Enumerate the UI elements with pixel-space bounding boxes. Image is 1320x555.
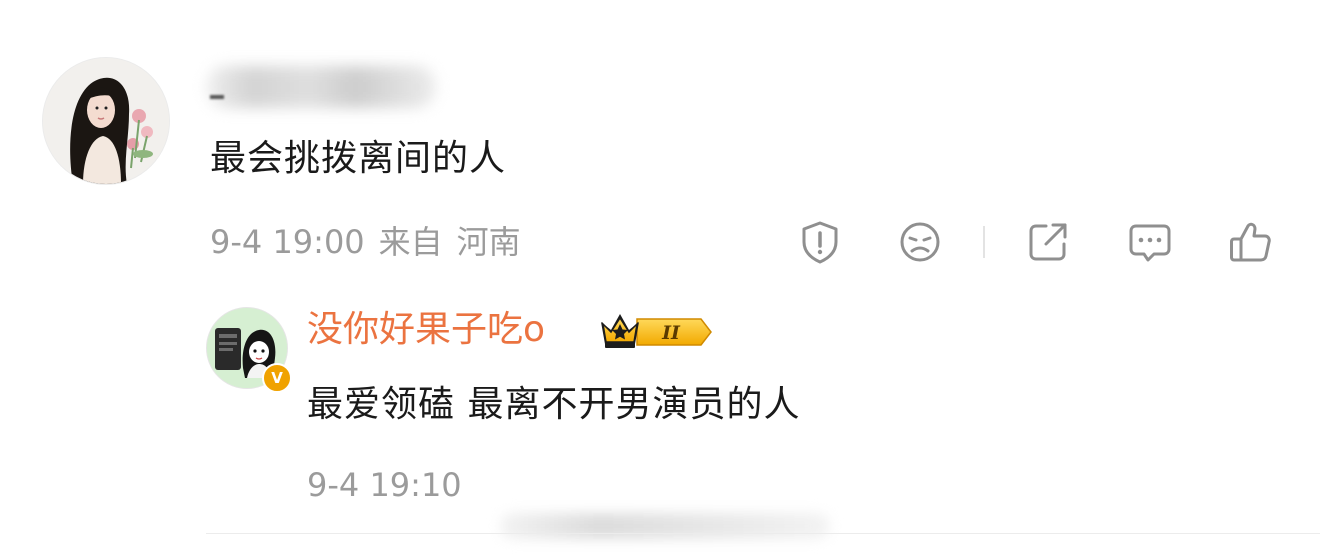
blurred-username-mark bbox=[210, 95, 224, 99]
replier-avatar[interactable]: V bbox=[206, 307, 292, 393]
separator-line bbox=[206, 533, 1320, 534]
sad-face-icon bbox=[900, 222, 940, 262]
commenter-avatar[interactable] bbox=[42, 57, 170, 185]
share-arrow-icon bbox=[1029, 223, 1067, 261]
reply-text: 最爱领磕 最离不开男演员的人 bbox=[307, 384, 801, 425]
level-badge-text: II bbox=[661, 322, 681, 344]
actions-divider bbox=[983, 226, 985, 258]
chat-bubble-icon bbox=[1129, 224, 1171, 262]
blurred-more-replies bbox=[500, 513, 830, 539]
share-button[interactable] bbox=[1024, 218, 1072, 266]
dislike-button[interactable] bbox=[896, 218, 944, 266]
crown-level-badge: II bbox=[601, 314, 712, 348]
comment-text: 最会挑拨离间的人 bbox=[210, 138, 507, 179]
comment-actions bbox=[0, 214, 1320, 270]
reply-button[interactable] bbox=[1126, 218, 1174, 266]
verified-badge-icon: V bbox=[262, 363, 292, 393]
like-button[interactable] bbox=[1226, 218, 1274, 266]
shield-exclamation-icon bbox=[802, 221, 838, 264]
report-button[interactable] bbox=[796, 218, 844, 266]
blurred-username bbox=[206, 66, 436, 108]
reply-time: 9-4 19:10 bbox=[307, 466, 462, 504]
reply-username[interactable]: 没你好果子吃o bbox=[307, 306, 545, 354]
thumbs-up-icon bbox=[1230, 222, 1271, 262]
